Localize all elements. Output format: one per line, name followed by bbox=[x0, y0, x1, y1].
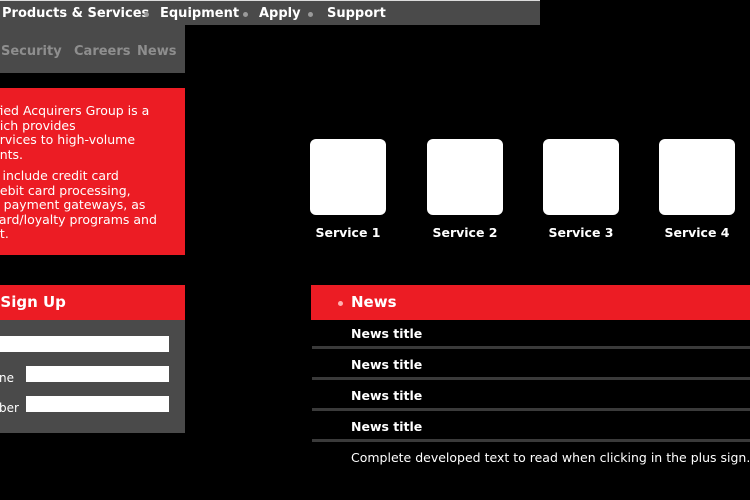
signup-field-3[interactable] bbox=[26, 396, 169, 412]
service-2-image[interactable] bbox=[427, 139, 503, 215]
signup-field-2[interactable] bbox=[26, 366, 169, 382]
news-item-title[interactable]: News title bbox=[351, 357, 422, 372]
service-1-image[interactable] bbox=[310, 139, 386, 215]
news-divider bbox=[312, 346, 750, 349]
nav-apply[interactable]: Apply bbox=[259, 6, 301, 21]
nav-support[interactable]: Support bbox=[327, 6, 386, 21]
about-paragraph: s include credit card debit card process… bbox=[0, 168, 157, 241]
news-divider bbox=[312, 377, 750, 380]
service-3-label[interactable]: Service 3 bbox=[543, 225, 619, 240]
subnav-security[interactable]: Security bbox=[1, 44, 62, 59]
nav-separator-dot bbox=[144, 12, 149, 17]
news-item-title[interactable]: News title bbox=[351, 388, 422, 403]
top-nav: Products & Services Equipment Apply Supp… bbox=[0, 0, 540, 25]
news-item-title[interactable]: News title bbox=[351, 326, 422, 341]
signup-field-1[interactable] bbox=[0, 336, 169, 352]
news-header: News bbox=[311, 285, 750, 320]
news-title: News bbox=[351, 293, 397, 311]
service-1-label[interactable]: Service 1 bbox=[310, 225, 386, 240]
signup-header: t Sign Up bbox=[0, 285, 185, 320]
news-detail-text: Complete developed text to read when cli… bbox=[351, 450, 750, 465]
signup-title: t Sign Up bbox=[0, 293, 66, 311]
signup-form: ne ber bbox=[0, 320, 185, 433]
nav-separator-dot bbox=[308, 12, 313, 17]
nav-equipment[interactable]: Equipment bbox=[160, 6, 239, 21]
about-paragraph: ified Acquirers Group is a hich provides… bbox=[0, 103, 150, 162]
sub-nav: Security Careers News bbox=[0, 25, 185, 73]
news-bullet-icon bbox=[338, 301, 343, 306]
nav-products-services[interactable]: Products & Services bbox=[2, 6, 149, 21]
news-item-title[interactable]: News title bbox=[351, 419, 422, 434]
about-panel: ified Acquirers Group is a hich provides… bbox=[0, 88, 185, 255]
news-divider bbox=[312, 408, 750, 411]
nav-separator-dot bbox=[243, 12, 248, 17]
subnav-news[interactable]: News bbox=[137, 44, 176, 59]
signup-field-label: ber bbox=[0, 401, 19, 415]
signup-field-label: ne bbox=[0, 371, 14, 385]
service-4-image[interactable] bbox=[659, 139, 735, 215]
subnav-careers[interactable]: Careers bbox=[74, 44, 131, 59]
service-3-image[interactable] bbox=[543, 139, 619, 215]
news-divider bbox=[312, 439, 750, 442]
service-2-label[interactable]: Service 2 bbox=[427, 225, 503, 240]
service-4-label[interactable]: Service 4 bbox=[659, 225, 735, 240]
